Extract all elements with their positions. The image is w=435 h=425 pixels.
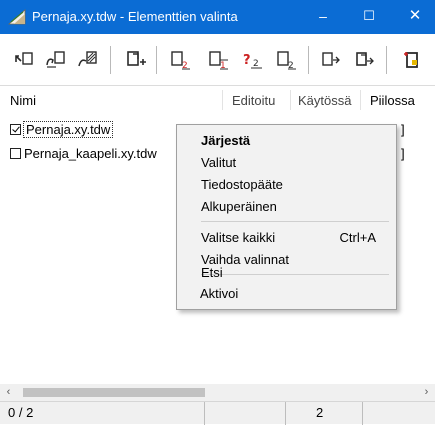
toolbar-separator [156, 46, 157, 74]
status-divider [362, 402, 363, 425]
toolbar-separator [308, 46, 309, 74]
selection-count: 0 / 2 [8, 405, 34, 420]
column-header-name[interactable]: Nimi [10, 93, 36, 108]
menu-item-selected[interactable]: Valitut [201, 155, 236, 170]
hidden-cell: ] [401, 146, 405, 161]
select-all-shortcut: Ctrl+A [339, 230, 376, 245]
status-divider [285, 402, 286, 425]
select-hatch-icon[interactable] [76, 48, 102, 72]
element-query-icon[interactable]: ? 2 [240, 48, 266, 72]
move-element-icon[interactable] [318, 48, 344, 72]
maximize-button[interactable]: ☐ [346, 0, 392, 34]
svg-text:?: ? [243, 53, 251, 68]
scroll-left-button[interactable]: ‹ [0, 384, 17, 401]
window-title: Pernaja.xy.tdw - Elementtien valinta [32, 9, 238, 24]
column-header-edited[interactable]: Editoitu [232, 93, 275, 108]
column-divider[interactable] [360, 90, 361, 110]
menu-item-file-extension[interactable]: Tiedostopääte [201, 177, 283, 192]
move-element-2-icon[interactable] [352, 48, 378, 72]
list-item[interactable]: Pernaja_kaapeli.xy.tdw [10, 146, 157, 164]
menu-item-select-all[interactable]: Valitse kaikki [201, 230, 275, 245]
hidden-cell: ] [401, 122, 405, 137]
toolbar: 2 1 ? 2 2 [0, 34, 435, 86]
new-document-icon[interactable] [400, 48, 426, 72]
minimize-button[interactable]: – [300, 0, 346, 34]
list-item-label: Pernaja.xy.tdw [22, 121, 114, 138]
menu-separator [201, 274, 389, 275]
checkbox[interactable] [10, 124, 21, 135]
column-header-in-use[interactable]: Käytössä [298, 93, 351, 108]
add-element-icon[interactable] [124, 48, 150, 72]
toolbar-separator [386, 46, 387, 74]
select-shape-icon[interactable] [44, 48, 70, 72]
close-button[interactable]: ✕ [392, 0, 435, 34]
element-type-1-icon[interactable]: 2 [168, 48, 194, 72]
status-divider [204, 402, 205, 425]
menu-item-search[interactable]: Etsi [201, 265, 223, 280]
list-item[interactable]: Pernaja.xy.tdw [10, 121, 114, 140]
status-bar: 0 / 2 2 [0, 401, 435, 425]
arrow-select-icon[interactable] [12, 48, 38, 72]
list-item-label: Pernaja_kaapeli.xy.tdw [24, 146, 157, 161]
context-menu: Järjestä Valitut Tiedostopääte Alkuperäi… [176, 124, 397, 310]
title-bar: Pernaja.xy.tdw - Elementtien valinta – ☐… [0, 0, 435, 34]
checkbox[interactable] [10, 148, 21, 159]
column-divider[interactable] [222, 90, 223, 110]
menu-item-original[interactable]: Alkuperäinen [201, 199, 277, 214]
horizontal-scrollbar[interactable]: ‹ › [0, 384, 435, 401]
scroll-thumb[interactable] [23, 388, 205, 397]
element-type-2-icon[interactable]: 1 [206, 48, 232, 72]
scroll-right-button[interactable]: › [418, 384, 435, 401]
menu-separator [201, 221, 389, 222]
element-type-3-icon[interactable]: 2 [274, 48, 300, 72]
column-header-hidden[interactable]: Piilossa [370, 93, 415, 108]
toolbar-separator [110, 46, 111, 74]
ruler-triangle-icon [7, 9, 26, 25]
status-value: 2 [316, 405, 324, 420]
menu-header-sort: Järjestä [201, 133, 251, 148]
column-divider[interactable] [290, 90, 291, 110]
